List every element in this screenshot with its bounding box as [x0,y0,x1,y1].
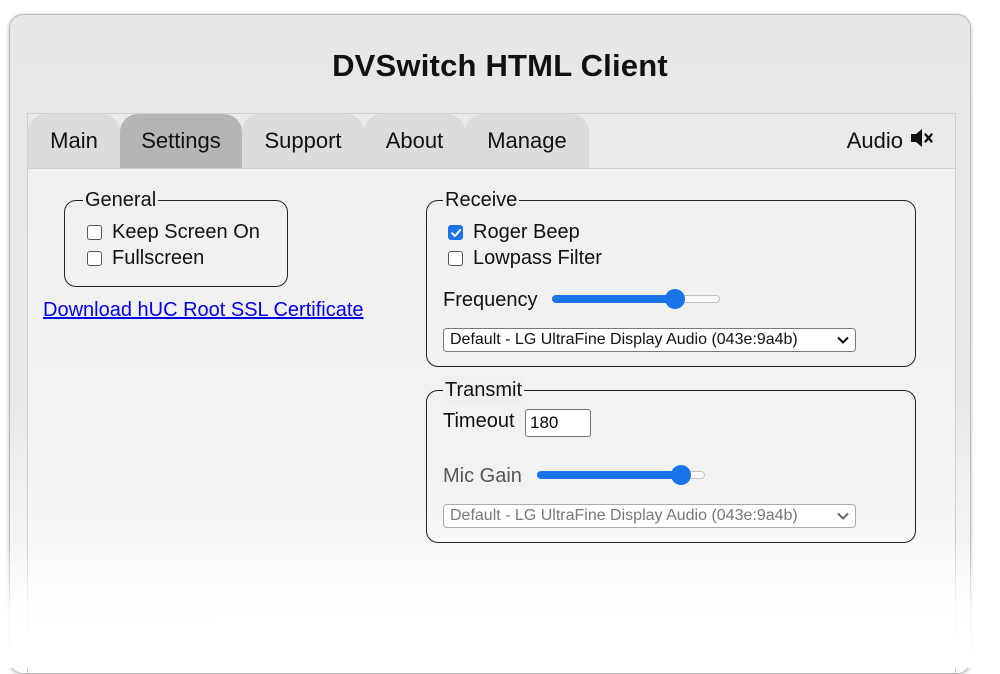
speaker-muted-icon [909,127,935,155]
audio-toggle[interactable]: Audio [847,127,935,155]
tab-settings[interactable]: Settings [120,114,242,168]
tab-about[interactable]: About [364,114,465,168]
tab-support[interactable]: Support [242,114,364,168]
chevron-down-icon [837,512,849,520]
mic-gain-slider-fill [537,471,682,479]
mic-gain-label: Mic Gain [443,465,522,487]
tab-manage[interactable]: Manage [465,114,589,168]
mic-gain-slider[interactable] [537,465,705,485]
lowpass-filter-checkbox[interactable] [448,251,463,266]
tab-bar: Main Settings Support About Manage Audio [28,114,955,169]
reflected-tab [160,608,214,627]
frequency-slider-thumb[interactable] [664,289,685,309]
download-certificate-link[interactable]: Download hUC Root SSL Certificate [43,299,364,322]
page-title: DVSwitch HTML Client [332,48,668,83]
transmit-legend: Transmit [443,377,525,403]
fullscreen-checkbox[interactable] [87,251,102,266]
lowpass-filter-label: Lowpass Filter [473,247,602,269]
receive-device-value: Default - LG UltraFine Display Audio (04… [450,331,798,348]
keep-screen-on-label: Keep Screen On [112,221,260,243]
reflected-tab [84,608,156,627]
transmit-device-value: Default - LG UltraFine Display Audio (04… [450,507,798,524]
checkmark-icon [450,228,461,237]
timeout-label: Timeout [443,410,515,432]
timeout-input[interactable]: 180 [525,409,591,437]
lowpass-filter-option[interactable]: Lowpass Filter [448,247,602,270]
frequency-slider[interactable] [552,289,720,309]
keep-screen-on-option[interactable]: Keep Screen On [87,221,260,244]
keep-screen-on-checkbox[interactable] [87,225,102,240]
frequency-slider-fill [552,295,675,303]
reflected-tab [28,608,82,627]
general-legend: General [83,187,159,213]
transmit-device-select[interactable]: Default - LG UltraFine Display Audio (04… [443,504,856,528]
fullscreen-label: Fullscreen [112,247,205,269]
roger-beep-option[interactable]: Roger Beep [448,221,580,244]
chevron-down-icon [837,336,849,344]
roger-beep-checkbox[interactable] [448,225,463,240]
fullscreen-option[interactable]: Fullscreen [87,247,204,270]
tab-main[interactable]: Main [28,114,120,168]
receive-device-select[interactable]: Default - LG UltraFine Display Audio (04… [443,328,856,352]
frequency-label: Frequency [443,289,538,311]
audio-label: Audio [846,128,903,153]
receive-legend: Receive [443,187,520,213]
roger-beep-label: Roger Beep [473,221,580,243]
